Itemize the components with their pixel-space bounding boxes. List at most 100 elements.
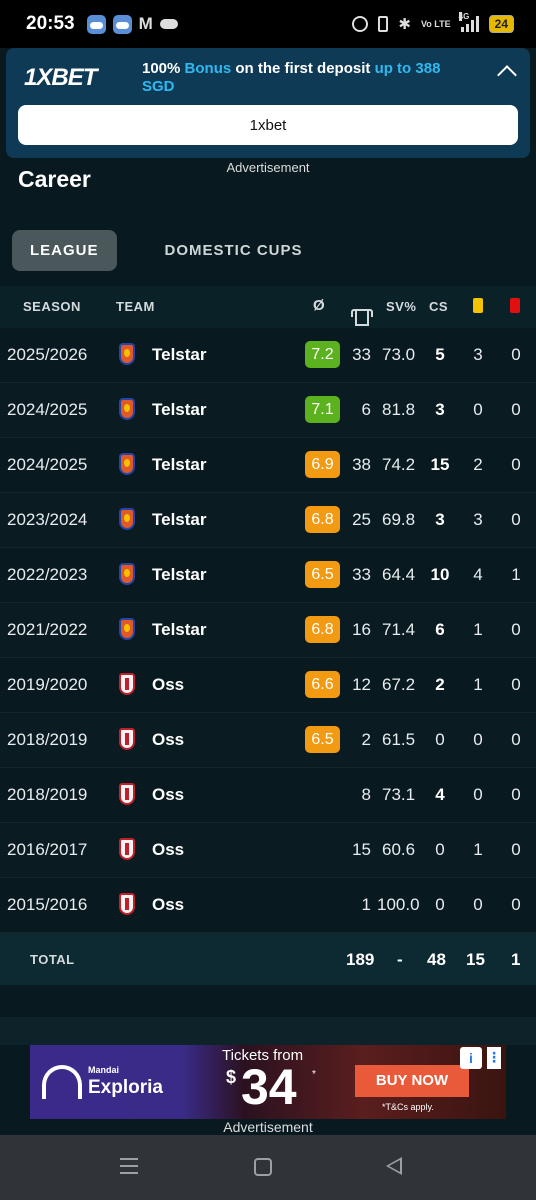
save-percentage-cell: 67.2 — [382, 675, 416, 694]
rating-badge: 6.6 — [305, 671, 340, 698]
gmail-icon: M — [138, 14, 153, 33]
alarm-icon — [352, 16, 369, 32]
yellow-cards-cell: 1 — [473, 675, 483, 694]
clean-sheets-cell: 15 — [430, 455, 450, 474]
yellow-cards-cell: 0 — [473, 730, 483, 749]
red-cards-cell: 0 — [511, 400, 521, 419]
team-cell[interactable]: Telstar — [152, 620, 207, 640]
telstar-crest-icon — [119, 563, 135, 585]
tab-league[interactable]: LEAGUE — [12, 230, 117, 271]
appearances-cell: 33 — [352, 345, 371, 364]
red-cards-cell: 0 — [511, 510, 521, 529]
ad-terms: *T&Cs apply. — [382, 1102, 434, 1112]
season-cell: 2016/2017 — [7, 840, 88, 859]
ad-info-icon[interactable]: i — [460, 1047, 482, 1069]
ad-banner-top[interactable]: 1XBET 100% Bonus on the first deposit up… — [6, 48, 530, 158]
ad-price-star: * — [312, 1069, 316, 1080]
ad-price: 34 — [241, 1059, 297, 1115]
red-card-icon[interactable] — [510, 298, 520, 313]
buy-now-button[interactable]: BUY NOW — [355, 1065, 469, 1097]
status-bar: 20:53 M ✱ Vo LTE 4G 24 — [0, 0, 536, 48]
team-cell[interactable]: Telstar — [152, 510, 207, 530]
table-row[interactable]: 2023/2024 Telstar 6.8 25 69.8 3 3 0 — [0, 493, 536, 548]
ad-currency: $ — [226, 1067, 237, 1087]
oss-crest-icon — [119, 893, 135, 915]
table-row[interactable]: 2015/2016 Oss 1 100.0 0 0 0 — [0, 878, 536, 933]
recent-apps-icon[interactable] — [120, 1158, 138, 1176]
clean-sheets-cell: 4 — [435, 785, 445, 804]
telstar-crest-icon — [119, 343, 135, 365]
season-cell: 2024/2025 — [7, 400, 88, 419]
appearances-cell: 15 — [352, 840, 371, 859]
header-clean-sheets[interactable]: CS — [429, 299, 448, 314]
table-row[interactable]: 2025/2026 Telstar 7.2 33 73.0 5 3 0 — [0, 328, 536, 383]
table-row[interactable]: 2019/2020 Oss 6.6 12 67.2 2 1 0 — [0, 658, 536, 713]
table-row[interactable]: 2021/2022 Telstar 6.8 16 71.4 6 1 0 — [0, 603, 536, 658]
brand-small: Mandai — [88, 1065, 120, 1075]
table-row[interactable]: 2018/2019 Oss 8 73.1 4 0 0 — [0, 768, 536, 823]
ad-headline: 100% Bonus on the first deposit up to 38… — [142, 60, 482, 96]
team-cell[interactable]: Oss — [152, 895, 184, 915]
table-row[interactable]: 2024/2025 Telstar 6.9 38 74.2 15 2 0 — [0, 438, 536, 493]
red-cards-cell: 0 — [511, 785, 521, 804]
team-cell[interactable]: Oss — [152, 785, 184, 805]
back-icon[interactable] — [386, 1157, 402, 1175]
red-cards-cell: 0 — [511, 675, 521, 694]
appearances-cell: 6 — [361, 400, 371, 419]
table-row[interactable]: 2024/2025 Telstar 7.1 6 81.8 3 0 0 — [0, 383, 536, 438]
save-percentage-cell: 73.0 — [382, 345, 416, 364]
network-type: 4G — [458, 12, 470, 21]
total-label: TOTAL — [30, 952, 75, 967]
season-cell: 2025/2026 — [7, 345, 88, 364]
total-yellow-cards: 15 — [466, 950, 485, 969]
team-cell[interactable]: Telstar — [152, 565, 207, 585]
appearances-cell: 1 — [361, 895, 371, 914]
appearances-shirt-icon[interactable] — [351, 309, 373, 326]
ad-text-currency: SGD — [142, 78, 175, 95]
header-save-percentage[interactable]: SV% — [386, 299, 416, 314]
career-table: SEASON TEAM Ø SV% CS 2025/2026 Telstar 7.2… — [0, 286, 536, 985]
signal-icon: 4G — [458, 12, 479, 32]
season-cell: 2022/2023 — [7, 565, 88, 584]
notification-icons: M — [86, 14, 178, 34]
yellow-cards-cell: 0 — [473, 895, 483, 914]
team-cell[interactable]: Oss — [152, 840, 184, 860]
ad-more-icon[interactable]: ⋮ — [487, 1047, 501, 1069]
season-cell: 2018/2019 — [7, 785, 88, 804]
season-cell: 2024/2025 — [7, 455, 88, 474]
home-icon[interactable] — [254, 1158, 272, 1176]
career-tabs: LEAGUE DOMESTIC CUPS — [12, 230, 321, 271]
tab-domestic-cups[interactable]: DOMESTIC CUPS — [147, 230, 321, 271]
team-cell[interactable]: Telstar — [152, 345, 207, 365]
red-cards-cell: 0 — [511, 730, 521, 749]
table-header: SEASON TEAM Ø SV% CS — [0, 286, 536, 328]
appearances-cell: 16 — [352, 620, 371, 639]
red-cards-cell: 1 — [511, 565, 521, 584]
ad-text-pre: 100% — [142, 60, 185, 77]
collapse-chevron-icon[interactable] — [497, 65, 517, 85]
save-percentage-cell: 100.0 — [377, 895, 420, 914]
team-cell[interactable]: Oss — [152, 675, 184, 695]
header-team[interactable]: TEAM — [116, 299, 155, 314]
table-row[interactable]: 2022/2023 Telstar 6.5 33 64.4 10 4 1 — [0, 548, 536, 603]
yellow-card-icon[interactable] — [473, 298, 483, 313]
ad-banner-bottom[interactable]: Mandai Exploria Tickets from $ 34 * BUY … — [30, 1045, 506, 1119]
season-cell: 2018/2019 — [7, 730, 88, 749]
clean-sheets-cell: 0 — [435, 730, 445, 749]
team-cell[interactable]: Telstar — [152, 400, 207, 420]
yellow-cards-cell: 1 — [473, 840, 483, 859]
header-rating[interactable]: Ø — [313, 297, 325, 314]
clean-sheets-cell: 2 — [435, 675, 445, 694]
total-row: TOTAL 189 - 48 15 1 — [0, 933, 536, 985]
clean-sheets-cell: 0 — [435, 895, 445, 914]
save-percentage-cell: 74.2 — [382, 455, 416, 474]
table-body: 2025/2026 Telstar 7.2 33 73.0 5 3 0 2024/2025 Tel… — [0, 328, 536, 933]
team-cell[interactable]: Oss — [152, 730, 184, 750]
table-row[interactable]: 2016/2017 Oss 15 60.6 0 1 0 — [0, 823, 536, 878]
save-percentage-cell: 81.8 — [382, 400, 416, 419]
ad-cta-button[interactable]: 1xbet — [18, 105, 518, 145]
red-cards-cell: 0 — [511, 620, 521, 639]
table-row[interactable]: 2018/2019 Oss 6.5 2 61.5 0 0 0 — [0, 713, 536, 768]
team-cell[interactable]: Telstar — [152, 455, 207, 475]
header-season[interactable]: SEASON — [23, 299, 81, 314]
